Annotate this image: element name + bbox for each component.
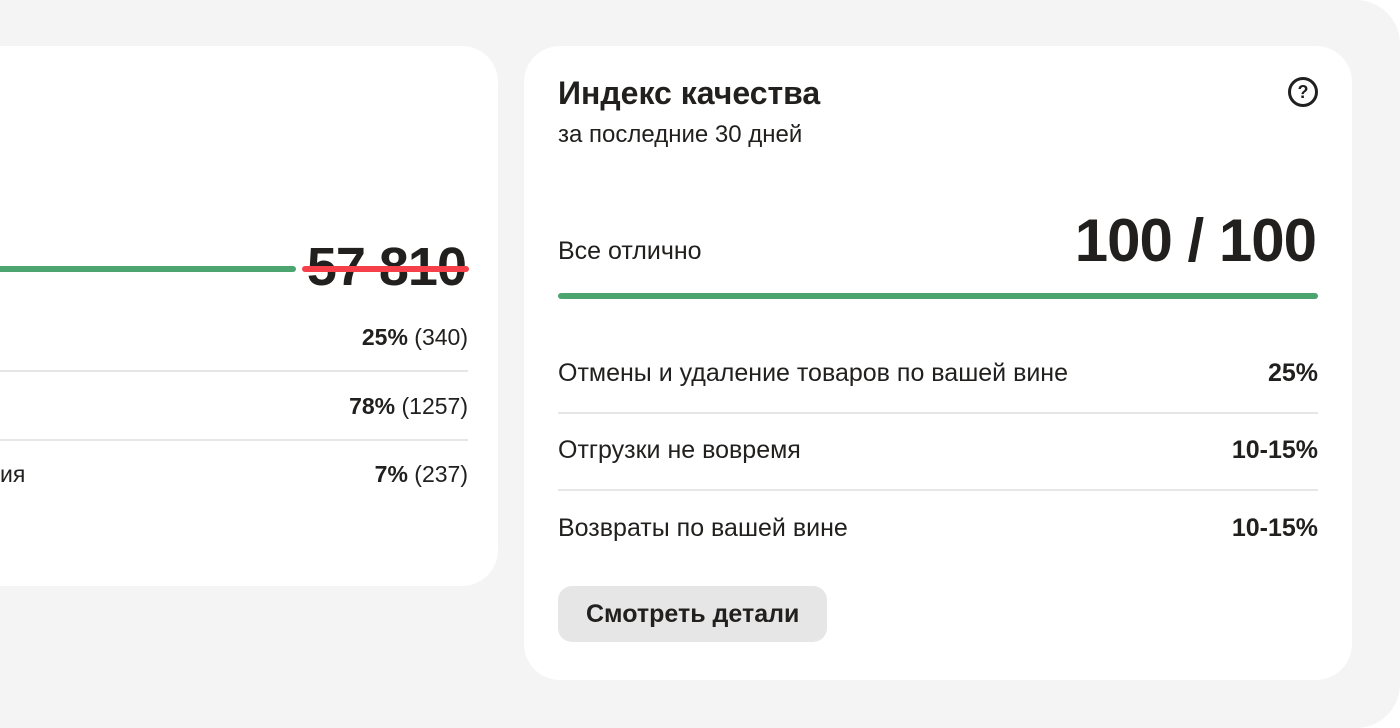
question-circle-icon[interactable]: ? <box>1288 77 1318 107</box>
metric-value: 10-15% <box>1231 514 1318 542</box>
orders-row-count: (237) <box>414 461 468 487</box>
orders-row-label: ия <box>0 461 26 487</box>
orders-row-value: 25% (340) <box>362 324 468 351</box>
metric-label: Возвраты по вашей вине <box>558 514 848 542</box>
quality-status: Все отлично <box>558 237 702 265</box>
orders-summary-card: 57 810 25% (340) 78% (1257) ия 7% (237) … <box>0 46 498 586</box>
orders-row: 78% (1257) <box>0 371 468 441</box>
orders-row-value: 7% (237) <box>375 461 468 488</box>
metric-value: 25% <box>1267 359 1318 387</box>
quality-metric-row: Отмены и удаление товаров по вашей вине … <box>558 336 1318 414</box>
metric-label: Отгрузки не вовремя <box>558 436 801 464</box>
orders-row-percent: 78% <box>349 393 396 419</box>
orders-row-count: (1257) <box>401 393 468 419</box>
card-subtitle: за последние 30 дней <box>558 121 803 148</box>
orders-row-value: 78% (1257) <box>349 393 468 420</box>
quality-metric-row: Возвраты по вашей вине 10-15% <box>558 491 1318 567</box>
quality-score-bar <box>558 293 1318 299</box>
orders-row-percent: 7% <box>374 461 408 487</box>
card-title: Индекс качества <box>558 75 821 111</box>
orders-row: ия 7% (237) <box>0 439 468 507</box>
metric-label: Отмены и удаление товаров по вашей вине <box>558 359 1069 387</box>
orders-row-count: (340) <box>414 324 468 350</box>
orders-row-percent: 25% <box>361 324 408 350</box>
quality-index-card: Индекс качества за последние 30 дней ? В… <box>524 46 1352 680</box>
dashboard-background: 57 810 25% (340) 78% (1257) ия 7% (237) … <box>0 0 1400 728</box>
metric-value: 10-15% <box>1231 436 1318 464</box>
quality-metric-row: Отгрузки не вовремя 10-15% <box>558 413 1318 491</box>
orders-bad-bar <box>302 266 469 272</box>
quality-score: 100 / 100 <box>1074 207 1317 274</box>
orders-good-bar <box>0 266 296 272</box>
orders-row: 25% (340) <box>0 302 468 372</box>
view-details-button[interactable]: Смотреть детали <box>558 586 828 642</box>
